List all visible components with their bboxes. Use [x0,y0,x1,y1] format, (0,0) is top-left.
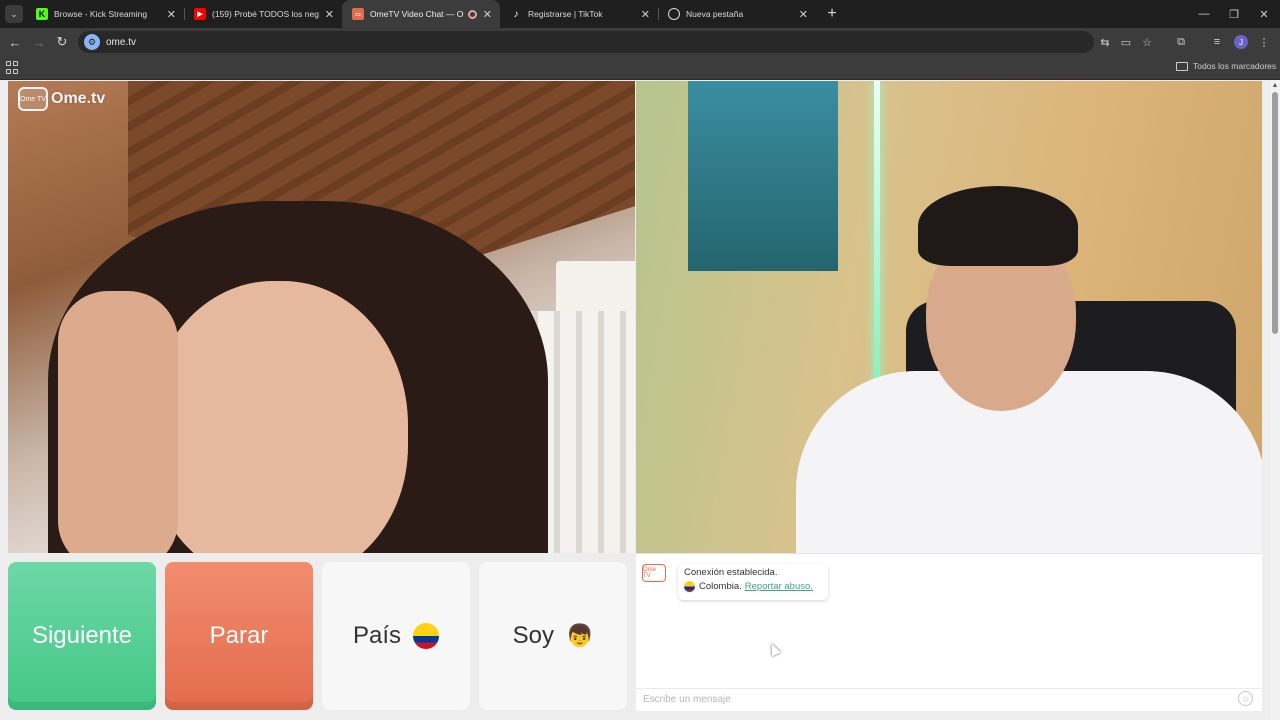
media-control-icon[interactable]: ≡ [1209,34,1225,50]
tab-youtube[interactable]: ▶ (159) Probé TODOS los negocios ✕ [184,0,342,28]
chrome-icon [668,8,680,20]
close-tab-icon[interactable]: ✕ [483,8,492,21]
restore-icon[interactable]: ❐ [1218,0,1250,28]
cast-icon[interactable]: ▭ [1118,34,1134,50]
all-bookmarks[interactable]: Todos los marcadores [1176,61,1276,71]
forward-icon[interactable]: → [30,33,48,51]
boy-emoji-icon: 👦 [565,623,594,648]
poster-image [688,81,838,271]
profile-avatar[interactable]: J [1234,35,1248,49]
tab-title: Browse - Kick Streaming [54,9,148,19]
stranger-hand-image [58,291,178,553]
connection-text: Conexión establecida. [684,567,778,578]
system-message: Conexión establecida. Colombia. Reportar… [678,564,828,600]
close-tab-icon[interactable]: ✕ [799,8,808,21]
next-button[interactable]: Siguiente [8,562,156,710]
stop-button[interactable]: Parar [165,562,313,710]
country-text: Colombia. [699,581,742,592]
tiktok-icon: ♪ [513,8,519,20]
bookmarks-bar: Todos los marcadores [0,56,1280,80]
extensions-icon[interactable]: ⧉ [1173,34,1189,50]
tab-title: Registrarse | TikTok [528,9,603,19]
stop-label: Parar [209,622,269,649]
scroll-up-icon[interactable]: ▲ [1271,82,1279,89]
colombia-flag-icon [684,581,695,592]
tab-kick[interactable]: K Browse - Kick Streaming ✕ [26,0,184,28]
menu-icon[interactable]: ⋮ [1256,34,1272,50]
message-input[interactable] [636,688,1262,710]
bookmark-star-icon[interactable]: ☆ [1139,34,1155,50]
self-hair-image [918,186,1078,266]
close-tab-icon[interactable]: ✕ [325,8,334,21]
tab-title: OmeTV Video Chat — Ome [370,9,464,19]
youtube-icon: ▶ [194,8,206,20]
new-tab-icon[interactable]: + [822,4,842,24]
self-video [636,81,1262,553]
tab-ometv[interactable]: ▭ OmeTV Video Chat — Ome ✕ [342,0,500,28]
site-info-icon[interactable]: ⚙ [84,34,100,50]
translate-icon[interactable]: ⇆ [1097,34,1113,50]
colombia-flag-icon [413,623,440,649]
ometv-icon: ▭ [352,8,364,20]
minimize-icon[interactable]: — [1188,0,1220,28]
all-bookmarks-label: Todos los marcadores [1193,61,1277,71]
stranger-video [8,81,635,553]
tab-new[interactable]: Nueva pestaña ✕ [658,0,816,28]
ometv-logo: Ome TV Ome.tv [18,87,105,111]
kick-icon: K [36,8,48,20]
back-icon[interactable]: ← [6,33,24,51]
reload-icon[interactable]: ↻ [53,33,71,51]
logo-text: Ome.tv [51,90,106,107]
address-toolbar: ← → ↻ ⚙ ome.tv ⇆ ▭ ☆ ⧉ ≡ ⋮ [0,28,1280,56]
address-bar[interactable]: ⚙ ome.tv [78,31,1094,53]
scrollbar-thumb[interactable] [1272,92,1278,334]
tab-search-icon[interactable]: ⌄ [5,5,23,23]
tv-icon: Ome TV [18,87,48,111]
url-text: ome.tv [106,36,137,48]
close-tab-icon[interactable]: ✕ [167,8,176,21]
country-label: País [352,622,402,649]
tab-title: Nueva pestaña [686,9,744,19]
gender-button[interactable]: Soy 👦 [479,562,627,710]
tab-strip: ⌄ K Browse - Kick Streaming ✕ ▶ (159) Pr… [0,0,1280,28]
apps-grid-icon[interactable] [6,61,20,75]
ometv-chat-icon: Ome TV [642,564,666,582]
next-label: Siguiente [31,622,133,649]
stranger-face-image [148,281,408,553]
tab-title: (159) Probé TODOS los negocios [212,9,319,19]
emoji-picker-icon[interactable]: ☺ [1238,691,1253,706]
close-tab-icon[interactable]: ✕ [641,8,650,21]
recording-icon [467,9,477,19]
close-window-icon[interactable]: ✕ [1248,0,1280,28]
tab-tiktok[interactable]: ♪ Registrarse | TikTok ✕ [500,0,658,28]
gender-label: Soy [512,622,554,649]
report-abuse-link[interactable]: Reportar abuso. [745,581,813,592]
folder-icon [1176,61,1188,71]
country-button[interactable]: País [322,562,470,710]
